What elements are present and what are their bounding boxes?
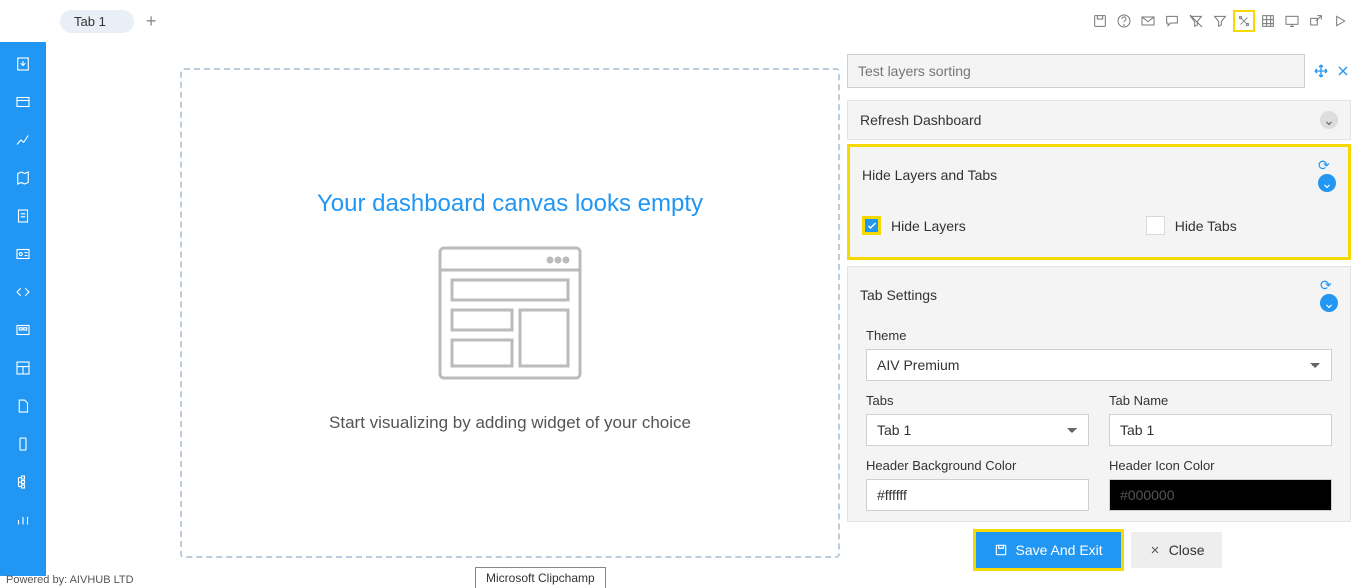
hide-tabs-checkbox[interactable]: Hide Tabs (1146, 216, 1237, 235)
sidebar-document-icon[interactable] (13, 206, 33, 226)
sidebar-layout-icon[interactable] (13, 358, 33, 378)
close-panel-icon[interactable] (1335, 63, 1351, 79)
monitor-icon[interactable] (1283, 12, 1301, 30)
grid-icon[interactable] (1259, 12, 1277, 30)
play-icon[interactable] (1331, 12, 1349, 30)
tabname-label: Tab Name (1109, 393, 1332, 408)
save-button-label: Save And Exit (1016, 542, 1103, 558)
topbar-actions (1091, 12, 1349, 30)
chevron-down-icon[interactable]: ⌄ (1320, 111, 1338, 129)
close-button-label: Close (1169, 542, 1205, 558)
hide-layers-label: Hide Layers (891, 218, 966, 234)
dashboard-canvas[interactable]: Your dashboard canvas looks empty Start … (180, 68, 840, 558)
sidebar (0, 42, 46, 576)
clipchamp-badge: Microsoft Clipchamp (475, 567, 606, 588)
tab-settings-label: Tab Settings (860, 287, 937, 303)
theme-select[interactable]: AIV Premium (866, 349, 1332, 381)
export-icon[interactable] (1307, 12, 1325, 30)
hide-section-label: Hide Layers and Tabs (862, 167, 997, 183)
tools-icon[interactable] (1235, 12, 1253, 30)
sidebar-map-icon[interactable] (13, 168, 33, 188)
filter-off-icon[interactable] (1187, 12, 1205, 30)
add-tab-button[interactable]: + (146, 11, 157, 32)
move-icon[interactable] (1313, 63, 1329, 79)
tab-chip[interactable]: Tab 1 (60, 10, 134, 33)
settings-panel: Refresh Dashboard ⌄ Hide Layers and Tabs… (847, 54, 1351, 578)
sidebar-contact-icon[interactable] (13, 244, 33, 264)
sidebar-code-icon[interactable] (13, 282, 33, 302)
chevron-down-icon[interactable]: ⌄ (1318, 174, 1336, 192)
theme-label: Theme (866, 328, 1332, 343)
sidebar-gallery-icon[interactable] (13, 320, 33, 340)
chevron-down-icon[interactable]: ⌄ (1320, 294, 1338, 312)
tab-settings-section: Tab Settings ⟳ ⌄ Theme AIV Premium Tabs … (847, 266, 1351, 522)
sidebar-bars-icon[interactable] (13, 510, 33, 530)
refresh-icon[interactable]: ⟳ (1320, 277, 1332, 293)
header-icon-input[interactable] (1109, 479, 1332, 511)
sidebar-import-icon[interactable] (13, 54, 33, 74)
save-and-exit-button[interactable]: Save And Exit (976, 532, 1121, 568)
footer-powered: Powered by: AIVHUB LTD (6, 574, 134, 586)
empty-illustration (430, 238, 590, 393)
canvas-subtitle: Start visualizing by adding widget of yo… (329, 413, 691, 433)
save-icon[interactable] (1091, 12, 1109, 30)
refresh-label: Refresh Dashboard (860, 112, 981, 128)
topbar: Tab 1 + (0, 0, 1361, 42)
sidebar-chart-icon[interactable] (13, 130, 33, 150)
header-bg-label: Header Background Color (866, 458, 1089, 473)
header-icon-label: Header Icon Color (1109, 458, 1332, 473)
sidebar-card-icon[interactable] (13, 92, 33, 112)
layer-sort-input[interactable] (847, 54, 1305, 88)
hide-layers-section: Hide Layers and Tabs ⟳ ⌄ Hide Layers Hid… (847, 144, 1351, 260)
tabname-input[interactable] (1109, 414, 1332, 446)
sidebar-phone-icon[interactable] (13, 434, 33, 454)
comment-icon[interactable] (1163, 12, 1181, 30)
tabs-select[interactable]: Tab 1 (866, 414, 1089, 446)
header-bg-input[interactable] (866, 479, 1089, 511)
hide-tabs-label: Hide Tabs (1175, 218, 1237, 234)
canvas-title: Your dashboard canvas looks empty (317, 190, 703, 218)
close-button[interactable]: Close (1131, 532, 1223, 568)
mail-icon[interactable] (1139, 12, 1157, 30)
sidebar-tree-icon[interactable] (13, 472, 33, 492)
refresh-dashboard-section[interactable]: Refresh Dashboard ⌄ (847, 100, 1351, 140)
filter-icon[interactable] (1211, 12, 1229, 30)
refresh-icon[interactable]: ⟳ (1318, 157, 1330, 173)
sidebar-file-icon[interactable] (13, 396, 33, 416)
help-icon[interactable] (1115, 12, 1133, 30)
hide-layers-checkbox[interactable]: Hide Layers (862, 216, 966, 235)
tabs-label: Tabs (866, 393, 1089, 408)
